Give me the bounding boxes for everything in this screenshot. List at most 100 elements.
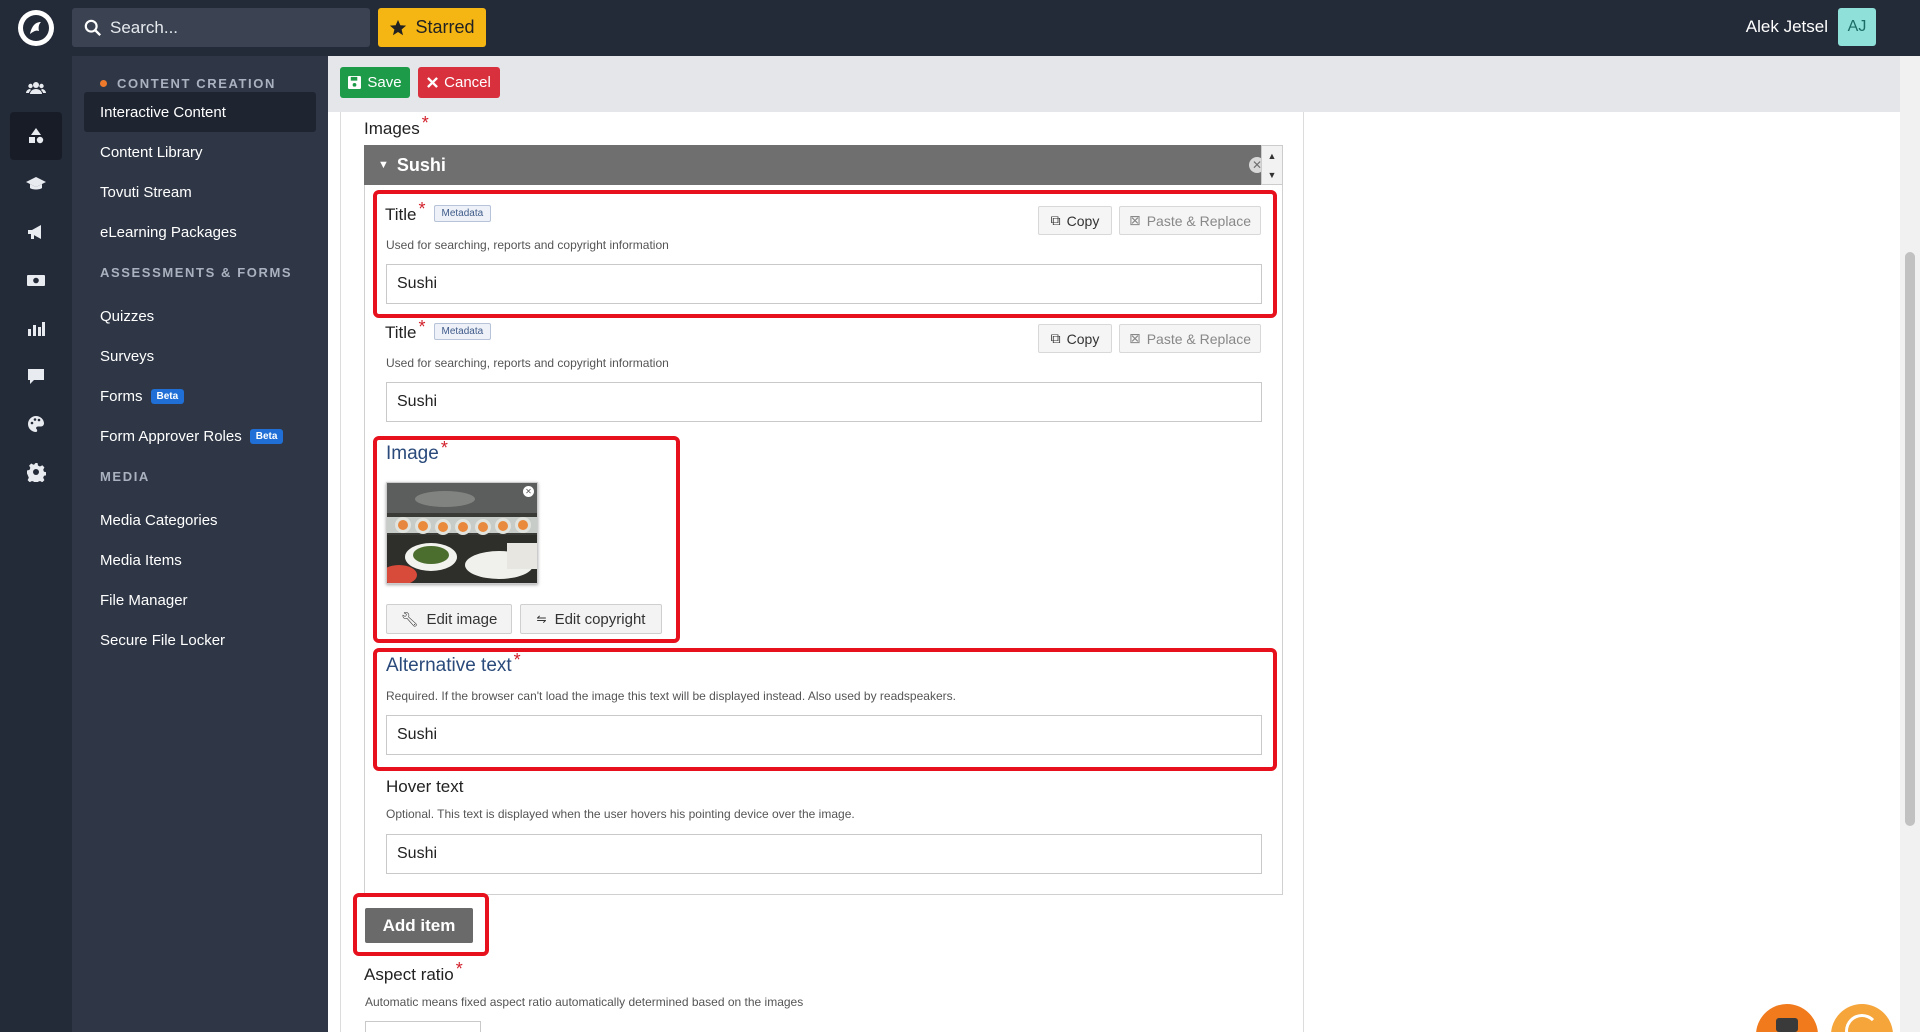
- help-icon: [1845, 1014, 1879, 1032]
- sidebar-item-media-categories[interactable]: Media Categories: [84, 500, 316, 540]
- sidebar-item-quizzes[interactable]: Quizzes: [84, 296, 316, 336]
- metadata-tag: Metadata: [433, 205, 492, 222]
- copy-label: Copy: [1066, 330, 1100, 347]
- rail-messages[interactable]: [10, 352, 62, 400]
- graduation-cap-icon: [26, 177, 46, 190]
- beta-badge: Beta: [150, 388, 185, 404]
- sidebar: CONTENT CREATION Interactive Content Con…: [72, 56, 328, 1032]
- aspect-ratio-description: Automatic means fixed aspect ratio autom…: [365, 995, 804, 1009]
- user-name[interactable]: Alek Jetsel: [1746, 17, 1828, 37]
- app-logo[interactable]: [18, 10, 54, 46]
- rail-settings[interactable]: [10, 448, 62, 496]
- required-marker: *: [421, 113, 429, 133]
- sidebar-item-secure-file-locker[interactable]: Secure File Locker: [84, 620, 316, 660]
- sidebar-item-forms[interactable]: Forms Beta: [84, 376, 316, 416]
- rail-announcements[interactable]: [10, 208, 62, 256]
- scrollbar-thumb[interactable]: [1905, 252, 1915, 826]
- rail-content[interactable]: [10, 112, 62, 160]
- save-button[interactable]: Save: [340, 67, 410, 98]
- paste-replace-button[interactable]: ⊠ Paste & Replace: [1119, 206, 1261, 235]
- paste-icon: ⊠: [1128, 212, 1141, 228]
- move-up-icon[interactable]: ▲: [1268, 151, 1277, 161]
- sidebar-item-tovuti-stream[interactable]: Tovuti Stream: [84, 172, 316, 212]
- page-scrollbar[interactable]: [1900, 56, 1920, 1032]
- paste-icon: ⊠: [1128, 330, 1141, 346]
- copy-button[interactable]: ⧉ Copy: [1038, 206, 1112, 235]
- alt-text-description: Required. If the browser can't load the …: [386, 689, 956, 703]
- rail-reports[interactable]: [10, 304, 62, 352]
- copy-icon: ⧉: [1050, 330, 1061, 346]
- move-down-icon[interactable]: ▼: [1268, 170, 1277, 180]
- group-reorder-controls[interactable]: ▲ ▼: [1261, 145, 1283, 185]
- help-fab-button[interactable]: [1831, 1004, 1893, 1032]
- edit-copyright-button[interactable]: ⇋ Edit copyright: [520, 604, 662, 634]
- starred-button[interactable]: Starred: [378, 8, 486, 47]
- gear-icon: [27, 463, 46, 482]
- sidebar-item-interactive-content[interactable]: Interactive Content: [84, 92, 316, 132]
- hover-text-input[interactable]: Sushi: [386, 834, 1262, 874]
- group-title: Sushi: [396, 154, 446, 175]
- copy-button[interactable]: ⧉ Copy: [1038, 324, 1112, 353]
- rail-appearance[interactable]: [10, 400, 62, 448]
- required-marker: *: [513, 650, 521, 670]
- aspect-ratio-select[interactable]: [365, 1021, 481, 1032]
- hover-text-label: Hover text: [386, 777, 464, 796]
- search-placeholder: Search...: [110, 17, 179, 37]
- sidebar-item-elearning-packages[interactable]: eLearning Packages: [84, 212, 316, 252]
- sidebar-item-label: Forms: [100, 387, 143, 405]
- section-assessments: ASSESSMENTS & FORMS: [100, 265, 293, 280]
- sidebar-item-media-items[interactable]: Media Items: [84, 540, 316, 580]
- chat-fab-button[interactable]: [1756, 1004, 1818, 1032]
- users-icon: [26, 82, 46, 94]
- title-description: Used for searching, reports and copyrigh…: [386, 356, 669, 370]
- paste-label: Paste & Replace: [1146, 330, 1252, 347]
- shapes-icon: [29, 128, 44, 144]
- section-content-creation: CONTENT CREATION: [100, 76, 276, 91]
- money-icon: [27, 275, 45, 286]
- paste-replace-button[interactable]: ⊠ Paste & Replace: [1119, 324, 1261, 353]
- sidebar-item-content-library[interactable]: Content Library: [84, 132, 316, 172]
- edit-image-button[interactable]: 🔧︎ Edit image: [386, 604, 512, 634]
- star-icon: [390, 19, 407, 35]
- chat-icon: [1776, 1018, 1798, 1032]
- required-marker: *: [455, 959, 463, 979]
- copy-label: Copy: [1066, 212, 1100, 229]
- title-description: Used for searching, reports and copyrigh…: [386, 238, 669, 252]
- chart-icon: [28, 322, 45, 336]
- beta-badge: Beta: [249, 428, 284, 444]
- avatar[interactable]: AJ: [1838, 8, 1876, 46]
- required-marker: *: [440, 438, 448, 458]
- rail-ecommerce[interactable]: [10, 256, 62, 304]
- search-box[interactable]: Search...: [72, 8, 370, 47]
- save-label: Save: [367, 74, 402, 91]
- images-field-label: Images *: [364, 113, 429, 138]
- rail-users[interactable]: [10, 64, 62, 112]
- close-icon: [427, 77, 439, 88]
- alt-text-input[interactable]: Sushi: [386, 715, 1262, 755]
- sidebar-item-form-approver-roles[interactable]: Form Approver Roles Beta: [84, 416, 316, 456]
- sidebar-item-label: Form Approver Roles: [100, 427, 242, 445]
- sidebar-item-file-manager[interactable]: File Manager: [84, 580, 316, 620]
- image-group-header[interactable]: ▼ Sushi ✕: [364, 145, 1283, 185]
- sidebar-item-surveys[interactable]: Surveys: [84, 336, 316, 376]
- remove-image-icon[interactable]: ✕: [523, 486, 534, 497]
- section-media: MEDIA: [100, 469, 150, 484]
- sushi-photo: [387, 483, 537, 583]
- add-item-button[interactable]: Add item: [365, 908, 473, 943]
- title-input[interactable]: Sushi: [386, 382, 1262, 422]
- palette-icon: [28, 416, 44, 432]
- wrench-icon: 🔧︎: [400, 610, 419, 627]
- title-input[interactable]: Sushi: [386, 264, 1262, 304]
- rail-courses[interactable]: [10, 160, 62, 208]
- hover-text-description: Optional. This text is displayed when th…: [386, 807, 855, 821]
- sushi-image-thumbnail[interactable]: ✕: [386, 482, 538, 584]
- save-icon: [348, 76, 362, 89]
- cancel-label: Cancel: [444, 74, 491, 91]
- section-dot: [100, 80, 107, 88]
- action-toolbar: Save Cancel: [328, 56, 1900, 112]
- edit-copyright-label: Edit copyright: [554, 610, 646, 628]
- cancel-button[interactable]: Cancel: [418, 67, 500, 98]
- collapse-caret-icon: ▼: [378, 159, 389, 171]
- image-label: Image *: [386, 438, 448, 464]
- handshake-icon: ⇋: [536, 612, 547, 626]
